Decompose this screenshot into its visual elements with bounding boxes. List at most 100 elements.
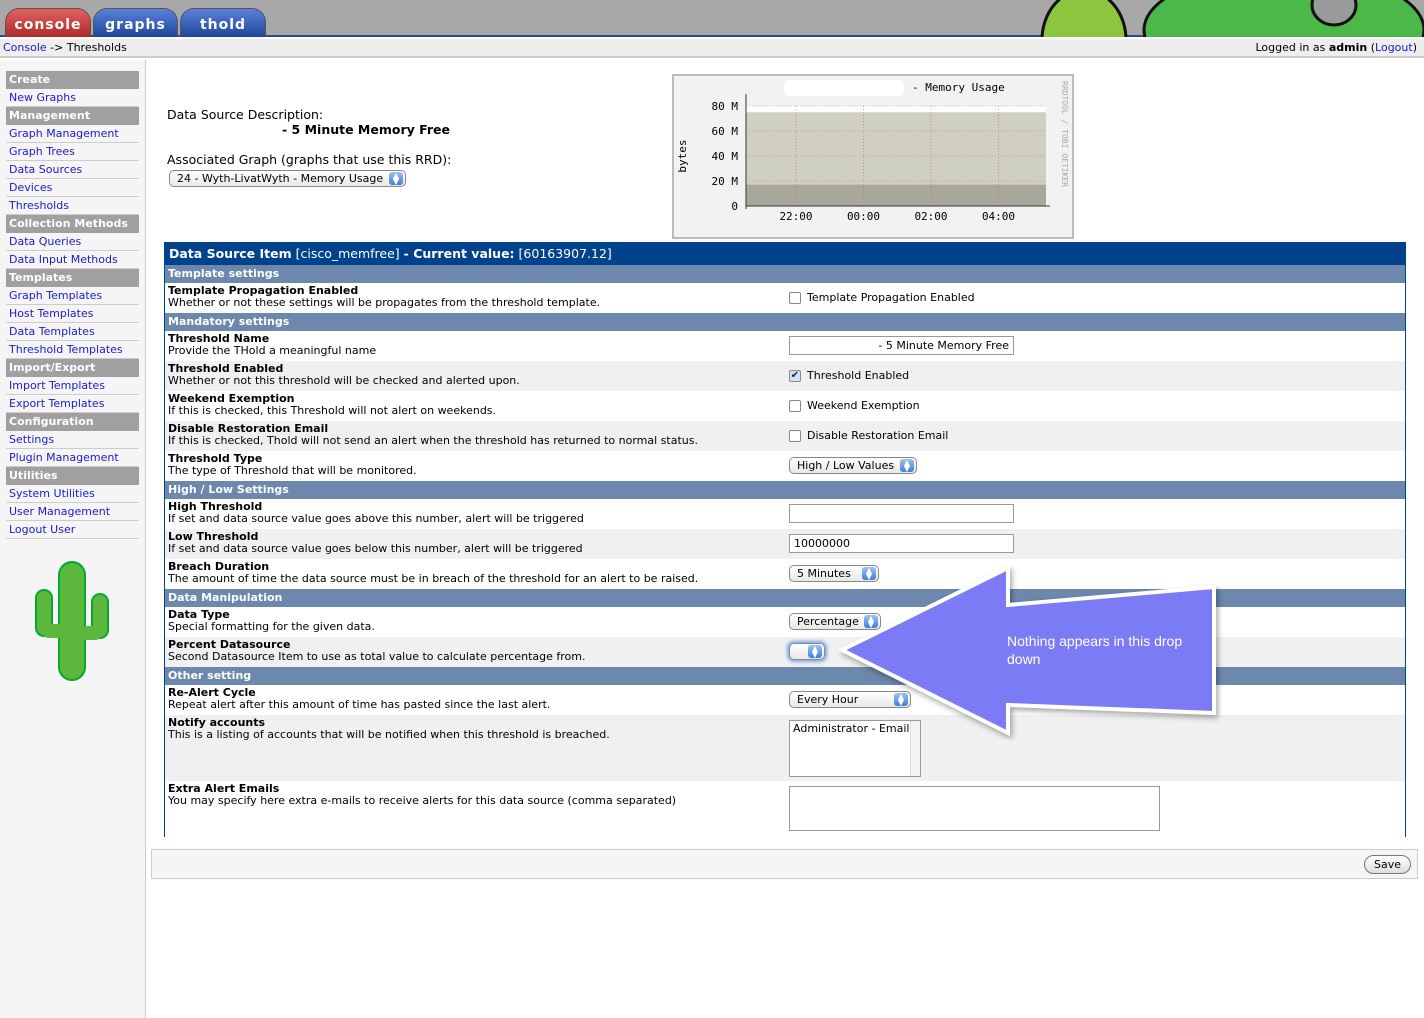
template-propagation-enabled-checkbox[interactable] [789, 292, 801, 304]
header-ds-name: [cisco_memfree] [295, 246, 400, 261]
ds-description-value: - 5 Minute Memory Free [282, 122, 450, 137]
logout-link[interactable]: Logout [1375, 41, 1413, 54]
field-row-threshold-type: Threshold Type The type of Threshold that… [165, 451, 1405, 481]
sidebar-item-new-graphs[interactable]: New Graphs [6, 89, 139, 107]
associated-graph-value: 24 - Wyth-LivatWyth - Memory Usage [177, 172, 384, 185]
sidebar-item-data-sources[interactable]: Data Sources [6, 161, 139, 179]
high-threshold-input[interactable] [789, 504, 1014, 523]
x-tick-label: 00:00 [847, 210, 880, 223]
sidebar-item-devices[interactable]: Devices [6, 179, 139, 197]
extra-alert-emails-textarea[interactable] [789, 786, 1160, 831]
sidebar-heading-create: Create [6, 71, 139, 89]
x-tick-label: 22:00 [779, 210, 812, 223]
threshold-type-select-value: High / Low Values [797, 459, 895, 472]
tab-console[interactable]: console [5, 8, 91, 37]
memory-usage-graph[interactable]: 0 20 M 40 M 60 M 80 M 22:00 00:00 02:00 04:00 - M… [672, 74, 1074, 239]
field-row-template-propagation-enabled: Template Propagation Enabled Whether or n… [165, 283, 1405, 313]
annotation-callout: Nothing appears in this drop down [836, 564, 1226, 743]
template-propagation-enabled-checkbox-label[interactable]: Template Propagation Enabled [807, 291, 975, 304]
disable-restoration-email-checkbox[interactable] [789, 430, 801, 442]
login-prefix: Logged in as [1255, 41, 1326, 54]
threshold-type-select[interactable]: High / Low Values ▲ ▼ [789, 457, 917, 474]
header-current-value: [60163907.12] [518, 246, 612, 261]
sidebar-item-plugin-management[interactable]: Plugin Management [6, 449, 139, 467]
field-description: You may specify here extra e-mails to re… [168, 794, 677, 807]
top-navigation: console graphs thold [0, 0, 1424, 37]
field-row-threshold-enabled: Threshold Enabled Whether or not this thr… [165, 361, 1405, 391]
associated-graph-label: Associated Graph (graphs that use this R… [167, 152, 452, 167]
sidebar-item-logout-user[interactable]: Logout User [6, 521, 139, 539]
sidebar-heading-templates: Templates [6, 269, 139, 287]
sidebar-heading-management: Management [6, 107, 139, 125]
form-header: Data Source Item [cisco_memfree] - Curre… [165, 243, 1405, 265]
x-tick-label: 04:00 [982, 210, 1015, 223]
low-threshold-input[interactable]: 10000000 [789, 534, 1014, 553]
sidebar-item-graph-templates[interactable]: Graph Templates [6, 287, 139, 305]
ds-description-label: Data Source Description: [167, 107, 324, 122]
cactus-logo [35, 561, 109, 681]
breadcrumb-current: Thresholds [66, 41, 127, 54]
sidebar-item-graph-management[interactable]: Graph Management [6, 125, 139, 143]
sidebar-heading-collection-methods: Collection Methods [6, 215, 139, 233]
redacted-title-part [784, 80, 904, 96]
sidebar-item-settings[interactable]: Settings [6, 431, 139, 449]
y-tick-label: 80 M [712, 100, 739, 113]
field-description: Whether or not this threshold will be ch… [168, 374, 520, 387]
sidebar-item-data-queries[interactable]: Data Queries [6, 233, 139, 251]
sidebar-item-data-input-methods[interactable]: Data Input Methods [6, 251, 139, 269]
breadcrumb-separator: -> [50, 41, 64, 54]
field-row-weekend-exemption: Weekend Exemption If this is checked, thi… [165, 391, 1405, 421]
save-button[interactable]: Save [1363, 855, 1411, 874]
save-bar: Save [151, 849, 1418, 879]
sidebar-heading-configuration: Configuration [6, 413, 139, 431]
sidebar-item-export-templates[interactable]: Export Templates [6, 395, 139, 413]
threshold-name-input[interactable]: - 5 Minute Memory Free [789, 336, 1014, 355]
section-high-low-settings: High / Low Settings [165, 481, 1405, 499]
sidebar-item-user-management[interactable]: User Management [6, 503, 139, 521]
field-row-disable-restoration-email: Disable Restoration Email If this is chec… [165, 421, 1405, 451]
associated-graph-select[interactable]: 24 - Wyth-LivatWyth - Memory Usage ▲ ▼ [169, 170, 406, 187]
sidebar-item-system-utilities[interactable]: System Utilities [6, 485, 139, 503]
chart-title: - Memory Usage [912, 81, 1005, 94]
header-current-label: - Current value: [403, 246, 515, 261]
login-user: admin [1328, 41, 1368, 54]
breadcrumb-console-link[interactable]: Console [3, 41, 47, 54]
percent-datasource-select[interactable]: ▲ ▼ [789, 643, 825, 660]
sidebar-heading-utilities: Utilities [6, 467, 139, 485]
sidebar-item-graph-trees[interactable]: Graph Trees [6, 143, 139, 161]
field-row-high-threshold: High Threshold If set and data source val… [165, 499, 1405, 529]
tab-thold[interactable]: thold [180, 8, 266, 37]
sidebar-item-thresholds[interactable]: Thresholds [6, 197, 139, 215]
data-source-info: Data Source Description: - 5 Minute Memo… [167, 107, 451, 187]
field-description: Provide the THold a meaningful name [168, 344, 377, 357]
sidebar-heading-import-export: Import/Export [6, 359, 139, 377]
field-description: If set and data source value goes below … [168, 542, 583, 555]
y-axis-label: bytes [676, 139, 689, 172]
field-row-extra-alert-emails: Extra Alert Emails You may specify here e… [165, 781, 1405, 837]
threshold-enabled-checkbox[interactable]: ✔ [789, 370, 801, 382]
y-tick-label: 20 M [712, 175, 739, 188]
sidebar-item-host-templates[interactable]: Host Templates [6, 305, 139, 323]
sidebar-item-import-templates[interactable]: Import Templates [6, 377, 139, 395]
rrdtool-watermark: RRDTOOL / TOBI OETIKER [1060, 81, 1069, 187]
cactus-logo-banner [1034, 0, 1424, 37]
threshold-form: Data Source Item [cisco_memfree] - Curre… [164, 242, 1406, 837]
tab-graphs[interactable]: graphs [93, 8, 178, 37]
area-series-0 [746, 184, 1046, 206]
weekend-exemption-checkbox-label[interactable]: Weekend Exemption [807, 399, 920, 412]
login-status: Logged in as admin (Logout) [1255, 41, 1417, 54]
threshold-enabled-checkbox-label[interactable]: Threshold Enabled [807, 369, 909, 382]
select-arrows-icon: ▲ ▼ [808, 645, 822, 659]
section-template-settings: Template settings [165, 265, 1405, 283]
sidebar: Create New Graphs Management Graph Manageme… [0, 60, 146, 1018]
header-title: Data Source Item [169, 246, 292, 261]
sidebar-item-data-templates[interactable]: Data Templates [6, 323, 139, 341]
field-description: If this is checked, this Threshold will … [168, 404, 497, 417]
section-mandatory-settings: Mandatory settings [165, 313, 1405, 331]
select-arrows-icon: ▲ ▼ [900, 459, 914, 473]
y-tick-label: 40 M [712, 150, 739, 163]
weekend-exemption-checkbox[interactable] [789, 400, 801, 412]
breadcrumb: Console -> Thresholds Logged in as admin… [0, 39, 1424, 58]
sidebar-item-threshold-templates[interactable]: Threshold Templates [6, 341, 139, 359]
disable-restoration-email-checkbox-label[interactable]: Disable Restoration Email [807, 429, 948, 442]
